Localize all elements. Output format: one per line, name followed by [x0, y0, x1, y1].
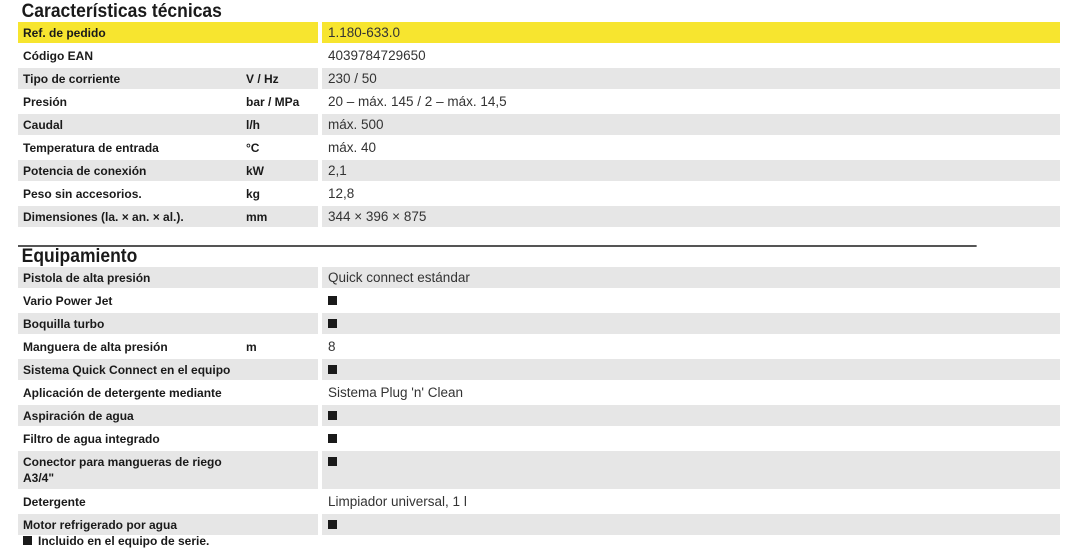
row-label: Aplicación de detergente mediante — [18, 382, 242, 403]
row-value: 12,8 — [322, 183, 1060, 204]
row-value: 344 × 396 × 875 — [322, 206, 1060, 227]
row-value — [322, 290, 1060, 311]
row-unit — [242, 359, 318, 380]
row-value: 1.180-633.0 — [322, 22, 1060, 43]
row-unit — [242, 382, 318, 403]
row-unit: kg — [242, 183, 318, 204]
row-label: Conector para mangueras de riego A3/4" — [18, 451, 242, 489]
row-label: Vario Power Jet — [18, 290, 242, 311]
table-row: Manguera de alta presión m 8 — [18, 336, 1060, 359]
row-value: Limpiador universal, 1 l — [322, 491, 1060, 512]
row-value — [322, 451, 1060, 489]
table-row: Aplicación de detergente mediante Sistem… — [18, 382, 1060, 405]
table-row: Detergente Limpiador universal, 1 l — [18, 491, 1060, 514]
footnote-text: Incluido en el equipo de serie. — [38, 534, 210, 548]
row-unit — [242, 491, 318, 512]
equipment-section: Equipamiento Pistola de alta presión Qui… — [18, 245, 1060, 537]
row-label: Código EAN — [18, 45, 242, 66]
row-label: Potencia de conexión — [18, 160, 242, 181]
filled-square-icon — [328, 519, 337, 529]
table-row: Conector para mangueras de riego A3/4" — [18, 451, 1060, 491]
row-value: Quick connect estándar — [322, 267, 1060, 288]
row-value: 2,1 — [322, 160, 1060, 181]
row-value: Sistema Plug 'n' Clean — [322, 382, 1060, 403]
row-label: Motor refrigerado por agua — [18, 514, 242, 535]
technical-title: Características técnicas — [21, 1, 222, 22]
row-label: Aspiración de agua — [18, 405, 242, 426]
row-label: Boquilla turbo — [18, 313, 242, 334]
row-unit: mm — [242, 206, 318, 227]
row-unit — [242, 514, 318, 535]
row-label: Dimensiones (la. × an. × al.). — [18, 206, 242, 227]
row-value: máx. 40 — [322, 137, 1060, 158]
row-unit: kW — [242, 160, 318, 181]
row-value: 230 / 50 — [322, 68, 1060, 89]
row-value — [322, 428, 1060, 449]
row-unit: l/h — [242, 114, 318, 135]
table-row: Pistola de alta presión Quick connect es… — [18, 267, 1060, 290]
row-label: Peso sin accesorios. — [18, 183, 242, 204]
row-value: 8 — [322, 336, 1060, 357]
table-row: Código EAN 4039784729650 — [18, 45, 1060, 68]
row-value: 20 – máx. 145 / 2 – máx. 14,5 — [322, 91, 1060, 112]
row-value — [322, 359, 1060, 380]
row-value: máx. 500 — [322, 114, 1060, 135]
row-unit: m — [242, 336, 318, 357]
filled-square-icon — [23, 536, 32, 546]
table-row: Presión bar / MPa 20 – máx. 145 / 2 – má… — [18, 91, 1060, 114]
table-row: Filtro de agua integrado — [18, 428, 1060, 451]
table-row: Potencia de conexión kW 2,1 — [18, 160, 1060, 183]
row-value: 4039784729650 — [322, 45, 1060, 66]
table-row: Dimensiones (la. × an. × al.). mm 344 × … — [18, 206, 1060, 229]
table-row: Peso sin accesorios. kg 12,8 — [18, 183, 1060, 206]
row-value — [322, 313, 1060, 334]
table-row: Tipo de corriente V / Hz 230 / 50 — [18, 68, 1060, 91]
table-row: Vario Power Jet — [18, 290, 1060, 313]
row-unit — [242, 313, 318, 334]
technical-section: Características técnicas Ref. de pedido … — [18, 0, 1060, 229]
table-row: Caudal l/h máx. 500 — [18, 114, 1060, 137]
filled-square-icon — [328, 318, 337, 328]
row-label: Temperatura de entrada — [18, 137, 242, 158]
row-label: Ref. de pedido — [18, 22, 242, 43]
footnote: Incluido en el equipo de serie. — [23, 534, 209, 548]
filled-square-icon — [328, 410, 337, 420]
row-unit — [242, 45, 318, 66]
row-unit — [242, 405, 318, 426]
row-value — [322, 405, 1060, 426]
row-label: Pistola de alta presión — [18, 267, 242, 288]
spec-sheet: Características técnicas Ref. de pedido … — [0, 0, 1081, 555]
table-row: Sistema Quick Connect en el equipo — [18, 359, 1060, 382]
row-label: Tipo de corriente — [18, 68, 242, 89]
row-label: Manguera de alta presión — [18, 336, 242, 357]
table-row: Temperatura de entrada °C máx. 40 — [18, 137, 1060, 160]
row-label: Detergente — [18, 491, 242, 512]
table-row: Aspiración de agua — [18, 405, 1060, 428]
row-label: Sistema Quick Connect en el equipo — [18, 359, 242, 380]
row-label: Presión — [18, 91, 242, 112]
row-unit — [242, 267, 318, 288]
row-value — [322, 514, 1060, 535]
table-row: Boquilla turbo — [18, 313, 1060, 336]
row-unit: bar / MPa — [242, 91, 318, 112]
row-unit — [242, 22, 318, 43]
row-unit: V / Hz — [242, 68, 318, 89]
filled-square-icon — [328, 456, 337, 466]
filled-square-icon — [328, 364, 337, 374]
row-unit: °C — [242, 137, 318, 158]
row-label: Caudal — [18, 114, 242, 135]
row-unit — [242, 428, 318, 449]
filled-square-icon — [328, 295, 337, 305]
filled-square-icon — [328, 433, 337, 443]
equipment-title: Equipamiento — [18, 245, 977, 267]
table-row: Ref. de pedido 1.180-633.0 — [18, 22, 1060, 45]
row-unit — [242, 451, 318, 489]
row-label: Filtro de agua integrado — [18, 428, 242, 449]
row-unit — [242, 290, 318, 311]
